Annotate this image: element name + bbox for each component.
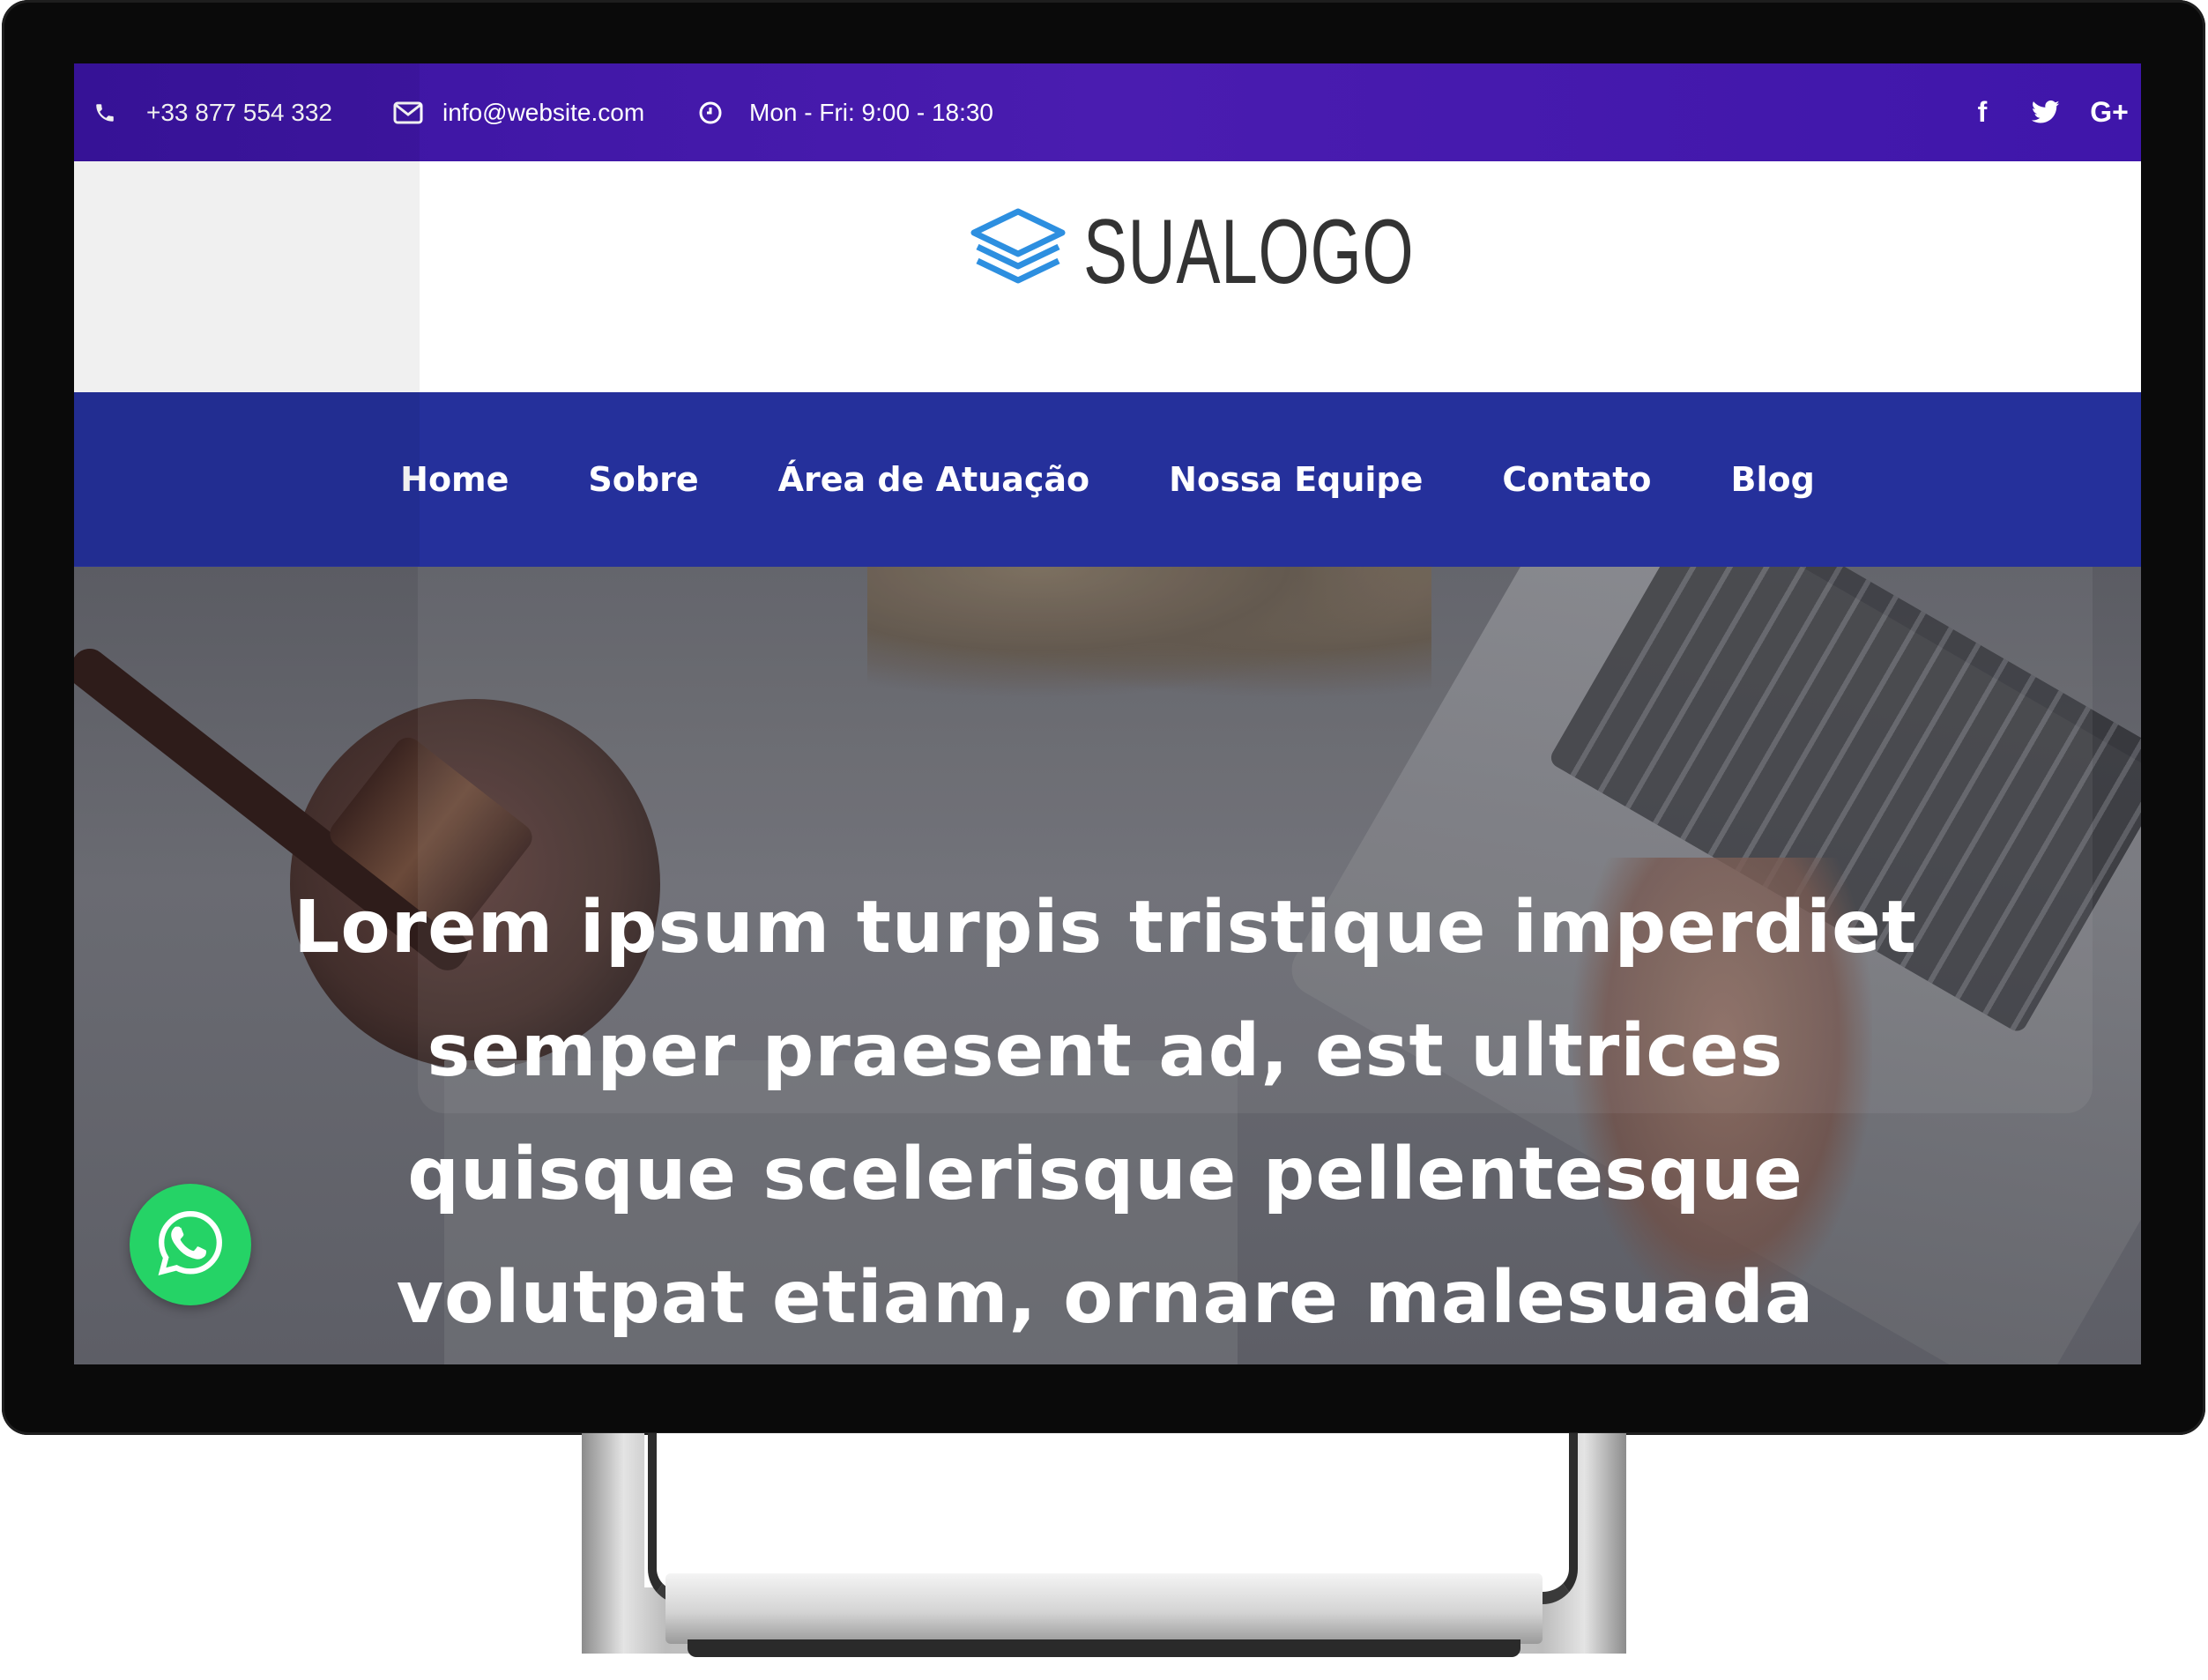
hero-line: volutpat etiam, ornare malesuada (396, 1256, 1815, 1340)
twitter-icon[interactable] (2014, 63, 2078, 161)
nav-area-de-atuacao[interactable]: Área de Atuação (778, 460, 1090, 499)
monitor-stand-base (665, 1573, 1543, 1644)
monitor-stand-shadow (688, 1639, 1520, 1657)
business-hours: Mon - Fri: 9:00 - 18:30 (698, 63, 993, 161)
nav-contato[interactable]: Contato (1502, 460, 1651, 499)
site-logo[interactable]: SUALOGO (969, 200, 1543, 305)
google-plus-icon[interactable]: G+ (2078, 63, 2141, 161)
email-address: info@website.com (442, 98, 645, 126)
clock-icon (698, 100, 723, 125)
hero-line: semper praesent ad, est ultrices (427, 1009, 1784, 1093)
whatsapp-button[interactable] (130, 1184, 251, 1305)
facebook-icon[interactable]: f (1951, 63, 2014, 161)
hours-text: Mon - Fri: 9:00 - 18:30 (749, 98, 994, 126)
hero-banner: Lorem ipsum turpis tristique imperdiet s… (74, 567, 2141, 1364)
stacked-layers-icon (969, 206, 1067, 299)
social-links: f G+ (1951, 63, 2141, 161)
overlay-band (74, 63, 420, 566)
nav-sobre[interactable]: Sobre (588, 460, 698, 499)
monitor-frame: +33 877 554 332 info@website.com Mon - F… (2, 0, 2205, 1435)
email-contact[interactable]: info@website.com (393, 63, 644, 161)
hero-line: quisque scelerisque pellentesque (407, 1133, 1803, 1216)
hero-headline: Lorem ipsum turpis tristique imperdiet s… (224, 866, 1987, 1360)
logo-text: SUALOGO (1083, 201, 1415, 303)
hero-line: Lorem ipsum turpis tristique imperdiet (294, 886, 1917, 970)
nav-nossa-equipe[interactable]: Nossa Equipe (1169, 460, 1423, 499)
whatsapp-icon (153, 1206, 227, 1284)
website-screen: +33 877 554 332 info@website.com Mon - F… (74, 63, 2141, 1364)
nav-blog[interactable]: Blog (1731, 460, 1815, 499)
